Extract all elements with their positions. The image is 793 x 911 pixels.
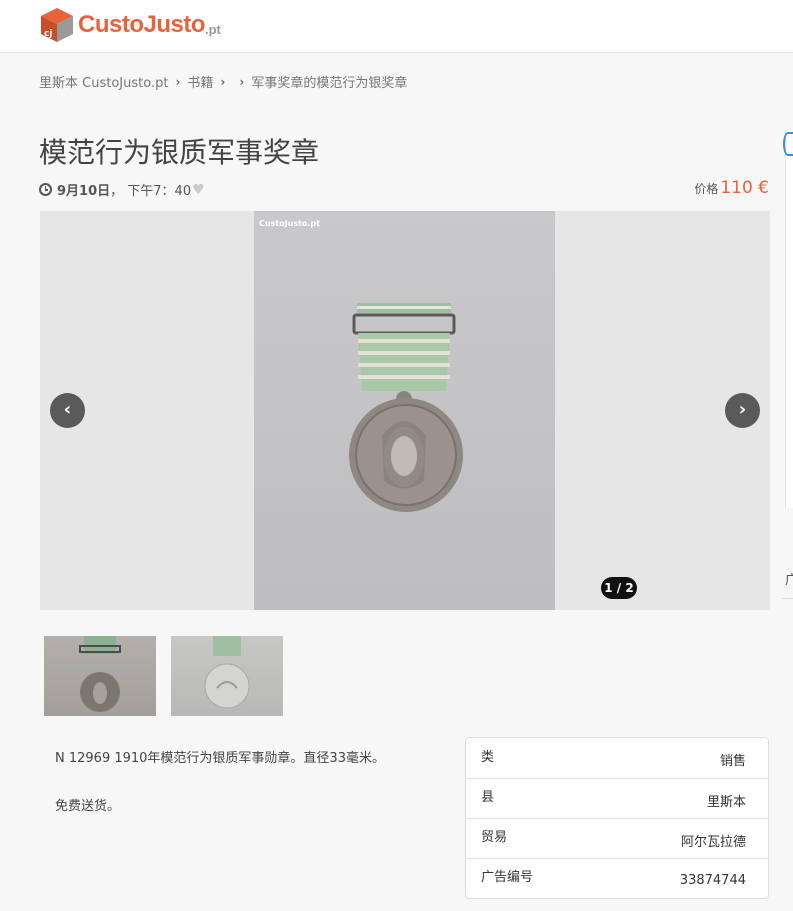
thumbnail-2[interactable] bbox=[171, 636, 283, 716]
breadcrumb-item-current: 军事奖章的模范行为银奖章 bbox=[251, 76, 408, 91]
side-panel-text: 广 bbox=[785, 573, 793, 588]
thumbnail-strip bbox=[44, 636, 283, 716]
watermark: CustoJusto.pt bbox=[259, 219, 320, 228]
details-table: 类 销售 县 里斯本 贸易 阿尔瓦拉德 广告编号 33874744 bbox=[465, 737, 769, 899]
listing-time: ， 下午7：40 bbox=[110, 184, 192, 199]
detail-key: 贸易 bbox=[481, 830, 508, 845]
price-label: 价格 bbox=[694, 182, 719, 196]
description-line: 免费送货。 bbox=[55, 799, 121, 814]
main-photo[interactable]: CustoJusto.pt 1 / 2 bbox=[254, 211, 637, 610]
thumbnail-medal-front bbox=[79, 636, 121, 712]
top-bar: cj CustoJusto .pt bbox=[0, 0, 793, 53]
image-counter: 1 / 2 bbox=[601, 577, 637, 599]
image-gallery: CustoJusto.pt 1 / 2 ‹ › bbox=[40, 211, 770, 610]
clock-icon bbox=[39, 183, 52, 196]
logo-text: CustoJusto bbox=[78, 11, 206, 38]
chevron-right-icon: › bbox=[239, 74, 245, 89]
logo-suffix: .pt bbox=[205, 21, 221, 37]
breadcrumb-item-books[interactable]: 书籍 bbox=[187, 72, 213, 91]
side-panel-edge bbox=[783, 130, 793, 508]
divider bbox=[782, 598, 793, 599]
detail-value: 销售 bbox=[719, 754, 746, 769]
detail-row-county: 县 里斯本 bbox=[466, 778, 768, 818]
prev-image-button[interactable]: ‹ bbox=[50, 393, 85, 428]
heart-icon[interactable]: ♥ bbox=[192, 182, 205, 198]
detail-key: 县 bbox=[481, 790, 495, 805]
detail-row-parish: 贸易 阿尔瓦拉德 bbox=[466, 818, 768, 858]
thumbnail-medal-back bbox=[204, 636, 250, 709]
medal-illustration bbox=[349, 303, 463, 512]
detail-row-ad-id: 广告编号 33874744 bbox=[466, 858, 768, 898]
site-logo[interactable]: cj CustoJusto .pt bbox=[39, 5, 221, 45]
price-block: 价格 110 € bbox=[694, 178, 769, 198]
detail-value: 33874744 bbox=[679, 872, 746, 888]
description-line: N 12969 1910年模范行为银质军事勋章。直径33毫米。 bbox=[55, 751, 385, 766]
breadcrumb-item-home[interactable]: 里斯本 CustoJusto.pt bbox=[39, 72, 168, 91]
listing-meta: 9月10日 ， 下午7：40 ♥ bbox=[39, 180, 205, 199]
logo-badge-text: cj bbox=[44, 29, 52, 39]
price-value: 110 € bbox=[720, 178, 769, 198]
chevron-right-icon: › bbox=[175, 74, 181, 89]
logo-cube-icon: cj bbox=[39, 6, 75, 44]
chevron-right-icon: › bbox=[220, 74, 226, 89]
detail-key: 广告编号 bbox=[481, 870, 534, 885]
detail-key: 类 bbox=[481, 749, 495, 765]
detail-value: 里斯本 bbox=[706, 794, 746, 810]
listing-description: N 12969 1910年模范行为银质军事勋章。直径33毫米。 免费送货。 bbox=[55, 749, 385, 817]
detail-row-type: 类 销售 bbox=[466, 738, 768, 778]
thumbnail-1[interactable] bbox=[44, 636, 156, 716]
page-title: 模范行为银质军事奖章 bbox=[39, 136, 320, 169]
next-image-button[interactable]: › bbox=[725, 393, 760, 428]
breadcrumb: 里斯本 CustoJusto.pt › 书籍 › › 军事奖章的模范行为银奖章 bbox=[39, 72, 408, 92]
detail-value: 阿尔瓦拉德 bbox=[680, 834, 746, 850]
listing-date: 9月10日 bbox=[57, 184, 111, 199]
